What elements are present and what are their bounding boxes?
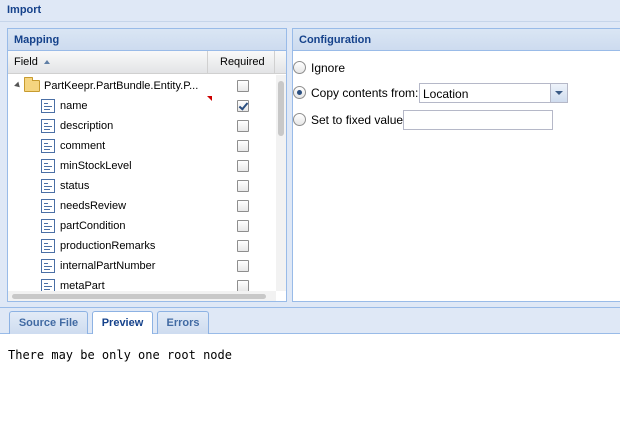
tree-row[interactable]: needsReview — [8, 196, 276, 216]
tree-row[interactable]: status — [8, 176, 276, 196]
tree-row[interactable]: metaPart — [8, 276, 276, 291]
dirty-marker — [207, 96, 212, 101]
copy-source-combo[interactable]: Location — [419, 83, 568, 103]
required-checkbox[interactable] — [237, 280, 249, 291]
tree-row-label: name — [60, 100, 88, 112]
window-header[interactable]: Import — [0, 0, 620, 22]
field-icon — [41, 259, 55, 273]
grid-header: Field Required — [8, 51, 286, 74]
required-checkbox[interactable] — [237, 160, 249, 172]
configuration-panel-header: Configuration — [293, 29, 620, 51]
field-icon — [41, 279, 55, 291]
tab-preview[interactable]: Preview — [92, 311, 153, 336]
fixed-label[interactable]: Set to fixed value — [311, 113, 403, 127]
ignore-option[interactable]: Ignore — [293, 58, 613, 78]
tree-row[interactable]: productionRemarks — [8, 236, 276, 256]
required-checkbox[interactable] — [237, 100, 249, 112]
tree-row-label: minStockLevel — [60, 160, 132, 172]
tab-errors[interactable]: Errors — [157, 311, 209, 335]
fixed-option[interactable]: Set to fixed value — [293, 110, 613, 130]
mapping-panel: Mapping Field Required PartKeepr.PartBun… — [7, 28, 287, 302]
fixed-radio[interactable] — [293, 113, 306, 126]
preview-message: There may be only one root node — [8, 348, 232, 362]
required-checkbox[interactable] — [237, 80, 249, 92]
field-icon — [41, 199, 55, 213]
tree-row-label: productionRemarks — [60, 240, 156, 252]
tree-row-label: PartKeepr.PartBundle.Entity.P... — [44, 80, 199, 92]
window-title: Import — [7, 4, 42, 16]
ignore-radio[interactable] — [293, 61, 306, 74]
tree-row[interactable]: description — [8, 116, 276, 136]
column-header-required-label: Required — [220, 56, 265, 68]
required-checkbox[interactable] — [237, 220, 249, 232]
expand-collapse-icon[interactable] — [14, 81, 22, 90]
sort-asc-icon — [44, 60, 50, 64]
copy-radio[interactable] — [293, 86, 306, 99]
tab-strip: Source File Preview Errors — [0, 307, 620, 336]
configuration-panel-title: Configuration — [299, 34, 372, 46]
field-icon — [41, 119, 55, 133]
field-icon — [41, 99, 55, 113]
configuration-panel: Configuration Ignore Copy contents from:… — [292, 28, 620, 302]
tree-row-label: internalPartNumber — [60, 260, 156, 272]
field-icon — [41, 159, 55, 173]
tree-row[interactable]: comment — [8, 136, 276, 156]
tree-row-label: partCondition — [60, 220, 126, 232]
fixed-value-input[interactable] — [403, 110, 553, 130]
required-checkbox[interactable] — [237, 240, 249, 252]
preview-content: There may be only one root node — [0, 334, 620, 441]
column-header-field[interactable]: Field — [8, 51, 208, 73]
import-window: Import Mapping Field Required PartKeepr.… — [0, 0, 620, 441]
tab-source-file[interactable]: Source File — [9, 311, 88, 335]
field-icon — [41, 219, 55, 233]
required-checkbox[interactable] — [237, 200, 249, 212]
mapping-panel-header: Mapping — [8, 29, 286, 51]
folder-icon — [24, 77, 40, 92]
chevron-down-icon[interactable] — [550, 84, 567, 102]
field-icon — [41, 139, 55, 153]
ignore-label[interactable]: Ignore — [311, 61, 345, 75]
required-checkbox[interactable] — [237, 120, 249, 132]
required-checkbox[interactable] — [237, 260, 249, 272]
vertical-scrollbar[interactable] — [276, 75, 286, 291]
copy-option[interactable]: Copy contents from: Location — [293, 83, 613, 103]
tree-row-label: description — [60, 120, 114, 132]
tree-row-label: metaPart — [60, 280, 105, 291]
field-icon — [41, 239, 55, 253]
tree-row-label: needsReview — [60, 200, 127, 212]
horizontal-scrollbar-thumb[interactable] — [12, 294, 266, 299]
copy-source-value: Location — [423, 87, 469, 101]
mapping-tree: PartKeepr.PartBundle.Entity.P... name de… — [8, 75, 286, 291]
tree-row[interactable]: name — [8, 96, 276, 116]
tree-row[interactable]: partCondition — [8, 216, 276, 236]
tree-row[interactable]: internalPartNumber — [8, 256, 276, 276]
required-checkbox[interactable] — [237, 140, 249, 152]
mapping-panel-title: Mapping — [14, 34, 60, 46]
field-icon — [41, 179, 55, 193]
tree-row[interactable]: minStockLevel — [8, 156, 276, 176]
tree-row-label: comment — [60, 140, 106, 152]
tree-row-root[interactable]: PartKeepr.PartBundle.Entity.P... — [8, 76, 276, 96]
horizontal-scrollbar[interactable] — [8, 291, 276, 301]
column-header-required[interactable]: Required — [209, 51, 275, 73]
copy-label[interactable]: Copy contents from: — [311, 86, 418, 100]
required-checkbox[interactable] — [237, 180, 249, 192]
tree-row-label: status — [60, 180, 90, 192]
column-header-field-label: Field — [14, 56, 38, 68]
vertical-scrollbar-thumb[interactable] — [278, 81, 284, 136]
